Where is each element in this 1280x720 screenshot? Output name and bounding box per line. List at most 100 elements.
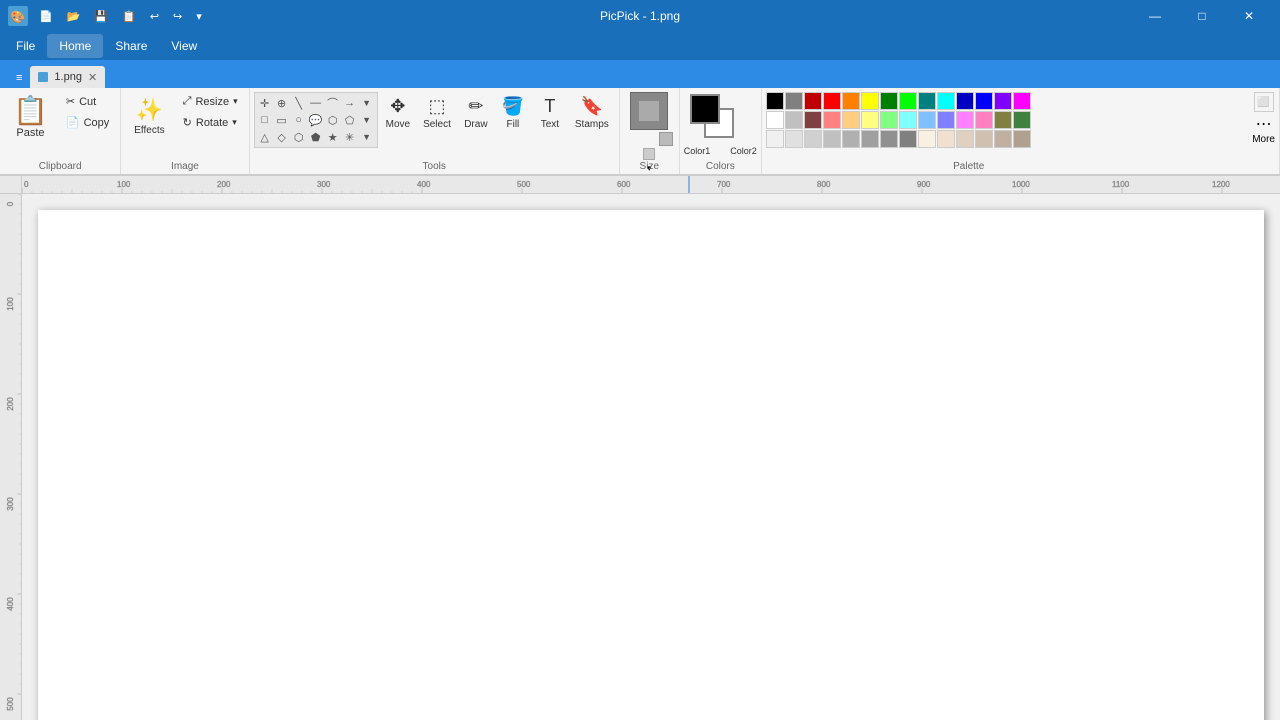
palette-lightcyan[interactable] — [899, 111, 917, 129]
palette-midgray4[interactable] — [899, 130, 917, 148]
shape-pentagon[interactable]: ⬠ — [342, 112, 358, 128]
palette-lightblue[interactable] — [918, 111, 936, 129]
palette-nearwhite1[interactable] — [766, 130, 784, 148]
palette-midgray3[interactable] — [880, 130, 898, 148]
shape-octagon[interactable]: ⬡ — [291, 129, 307, 145]
new-tab-btn[interactable]: ≡ — [8, 68, 30, 88]
open-btn[interactable]: 📂 — [62, 8, 86, 25]
shape-triangle[interactable]: △ — [257, 129, 273, 145]
draw-btn[interactable]: ✏ Draw — [458, 92, 494, 134]
shape-rect[interactable]: □ — [257, 112, 273, 128]
saveas-btn[interactable]: 📋 — [117, 8, 141, 25]
palette-darkgreen[interactable] — [880, 92, 898, 110]
menu-home[interactable]: Home — [47, 34, 103, 58]
palette-cream2[interactable] — [937, 130, 955, 148]
ribbon-palette: ⬜ ⋯ More Palette — [762, 88, 1280, 174]
more-palette-btn[interactable]: ⋯ More — [1252, 114, 1275, 145]
shape-callout[interactable]: ⬟ — [308, 129, 324, 145]
palette-lightyellow[interactable] — [861, 111, 879, 129]
eraser-btn[interactable]: ⬜ — [1254, 92, 1274, 112]
menu-view[interactable]: View — [159, 34, 209, 58]
palette-red[interactable] — [823, 92, 841, 110]
resize-btn[interactable]: ⤢ Resize ▾ — [176, 92, 245, 111]
palette-midgray1[interactable] — [842, 130, 860, 148]
palette-cream1[interactable] — [918, 130, 936, 148]
palette-cream4[interactable] — [975, 130, 993, 148]
effects-btn[interactable]: ✨ Effects — [125, 92, 173, 141]
cut-btn[interactable]: ✂ Cut — [59, 92, 116, 111]
tab-close-btn[interactable]: ✕ — [88, 71, 97, 84]
shape-starburst[interactable]: ✳ — [342, 129, 358, 145]
palette-cream3[interactable] — [956, 130, 974, 148]
shape-arrow-right[interactable]: → — [342, 95, 358, 111]
minimize-btn[interactable]: — — [1132, 0, 1178, 32]
palette-yellow[interactable] — [861, 92, 879, 110]
palette-cyan[interactable] — [937, 92, 955, 110]
palette-forestgreen[interactable] — [1013, 111, 1031, 129]
undo-btn[interactable]: ↩ — [145, 8, 164, 25]
palette-black[interactable] — [766, 92, 784, 110]
palette-teal[interactable] — [918, 92, 936, 110]
palette-nearwhite3[interactable] — [804, 130, 822, 148]
palette-orange[interactable] — [842, 92, 860, 110]
color1-swatch[interactable] — [690, 94, 720, 124]
palette-pink[interactable] — [975, 111, 993, 129]
palette-brown[interactable] — [804, 111, 822, 129]
palette-lightorange[interactable] — [842, 111, 860, 129]
shape-crosshair[interactable]: ✛ — [257, 95, 273, 111]
palette-blue[interactable] — [975, 92, 993, 110]
shape-plus[interactable]: ⊕ — [274, 95, 290, 111]
redo-btn[interactable]: ↪ — [168, 8, 187, 25]
palette-tan1[interactable] — [994, 130, 1012, 148]
text-icon: T — [544, 96, 555, 117]
shape-ellipse[interactable]: ○ — [291, 112, 307, 128]
palette-tan2[interactable] — [1013, 130, 1031, 148]
tab-1png[interactable]: 1.png ✕ — [30, 66, 105, 88]
palette-lightgreen[interactable] — [880, 111, 898, 129]
shape-talk-bubble[interactable]: 💬 — [308, 112, 324, 128]
select-btn[interactable]: ⬚ Select — [417, 92, 457, 134]
canvas-viewport[interactable] — [22, 194, 1280, 720]
palette-green[interactable] — [899, 92, 917, 110]
move-btn[interactable]: ✥ Move — [380, 92, 416, 134]
shape-diamond[interactable]: ◇ — [274, 129, 290, 145]
palette-nearwhite4[interactable] — [823, 130, 841, 148]
palette-silver[interactable] — [785, 111, 803, 129]
shape-curve1[interactable]: ⌒ — [325, 95, 341, 111]
shape-hexagon[interactable]: ⬡ — [325, 112, 341, 128]
new-btn[interactable]: 📄 — [34, 8, 58, 25]
palette-violet[interactable] — [994, 92, 1012, 110]
palette-white[interactable] — [766, 111, 784, 129]
close-btn[interactable]: ✕ — [1226, 0, 1272, 32]
paste-btn[interactable]: 📋 Paste — [4, 92, 57, 144]
shape-rounded-rect[interactable]: ▭ — [274, 112, 290, 128]
copy-btn[interactable]: 📄 Copy — [59, 113, 116, 132]
shape-more3[interactable]: ▼ — [359, 129, 375, 145]
save-btn[interactable]: 💾 — [89, 8, 113, 25]
expand-shapes[interactable]: ▼ — [359, 95, 375, 111]
palette-lightmagenta[interactable] — [956, 111, 974, 129]
cut-label: Cut — [79, 96, 96, 108]
shape-diagonal1[interactable]: ╲ — [291, 95, 307, 111]
menu-share[interactable]: Share — [103, 34, 159, 58]
palette-darkred[interactable] — [804, 92, 822, 110]
fill-btn[interactable]: 🪣 Fill — [495, 92, 531, 134]
menu-file[interactable]: File — [4, 34, 47, 58]
shape-more2[interactable]: ▼ — [359, 112, 375, 128]
palette-olive[interactable] — [994, 111, 1012, 129]
more-qs-btn[interactable]: ▾ — [191, 8, 207, 25]
stamps-btn[interactable]: 🔖 Stamps — [569, 92, 615, 134]
palette-midgray2[interactable] — [861, 130, 879, 148]
palette-magenta[interactable] — [1013, 92, 1031, 110]
palette-nearwhite2[interactable] — [785, 130, 803, 148]
shape-line[interactable]: — — [308, 95, 324, 111]
text-btn[interactable]: T Text — [532, 92, 568, 134]
rotate-btn[interactable]: ↻ Rotate ▾ — [176, 113, 245, 132]
palette-darkblue[interactable] — [956, 92, 974, 110]
palette-lightred[interactable] — [823, 111, 841, 129]
palette-lightviolet[interactable] — [937, 111, 955, 129]
canvas-document[interactable] — [38, 210, 1264, 720]
maximize-btn[interactable]: □ — [1179, 0, 1225, 32]
palette-gray[interactable] — [785, 92, 803, 110]
shape-star[interactable]: ★ — [325, 129, 341, 145]
